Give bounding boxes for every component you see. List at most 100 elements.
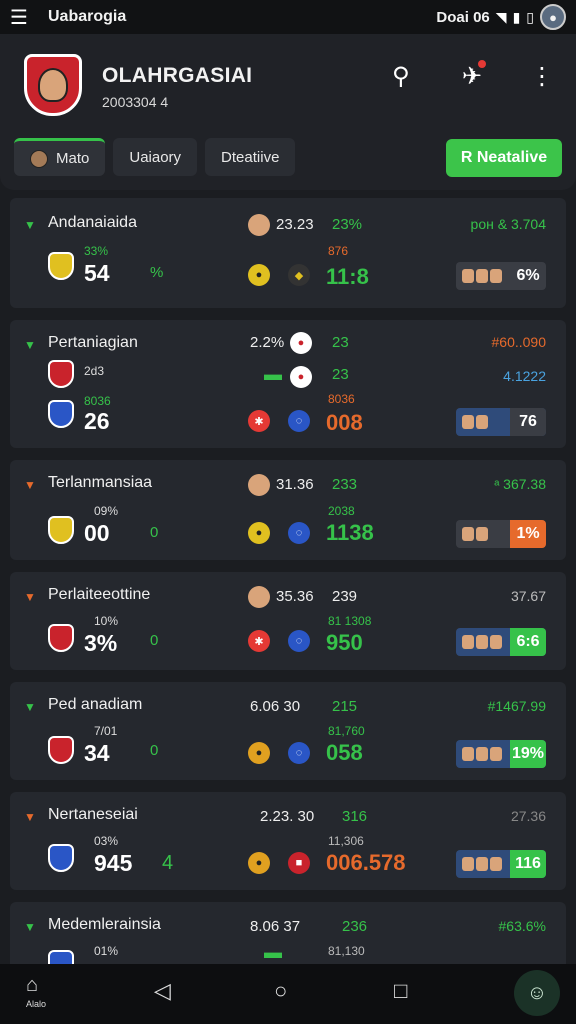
chevron-down-icon[interactable]: ▼ — [24, 810, 36, 824]
club-icon: ● — [248, 742, 270, 764]
chip-avatars — [456, 857, 510, 871]
chip-avatars — [456, 747, 510, 761]
team-crest — [48, 252, 74, 280]
avatar[interactable]: ● — [540, 4, 566, 30]
home-circle-icon[interactable]: ○ — [274, 978, 287, 1004]
team-small: 7/01 — [94, 724, 118, 738]
chevron-down-icon[interactable]: ▼ — [24, 920, 36, 934]
chip-percent: 6:6 — [510, 628, 546, 656]
match-card[interactable]: ▼ Terlanmansiaa 09% 00 0 31.36 ● ◌ 233 2… — [10, 460, 566, 560]
menu-icon[interactable]: ☰ — [10, 5, 38, 30]
signal-icon: ▮ — [512, 8, 521, 25]
stat-top: 35.36 — [276, 588, 314, 605]
match-value: 1138 — [326, 520, 374, 545]
team-ratio: 0 — [150, 524, 159, 541]
tab-uaiaory[interactable]: Uaiaory — [113, 138, 198, 176]
team-ratio: % — [150, 264, 164, 281]
match-value: 11:8 — [326, 264, 369, 289]
status-time: Doai 06 — [436, 8, 490, 26]
club-icon: ● — [248, 522, 270, 544]
team-small: 2d3 — [84, 364, 105, 378]
profile-header: OLAHRGASIAI 2003304 4 ⚲ ✈ ⋮ Mato Uaiaory… — [0, 34, 576, 190]
team-small: 10% — [94, 614, 119, 628]
club-icon: ● — [248, 264, 270, 286]
tab-label: Dteatiive — [221, 148, 280, 166]
team-ratio: 0 — [150, 742, 159, 759]
tab-bar: Mato Uaiaory Dteatiive — [14, 138, 296, 176]
stat-orange: 876 — [328, 244, 349, 258]
match-list: ▼ Andanaiaida 33% 54 % 23.23 ● ◆ 23% 876… — [10, 198, 566, 1004]
tab-label: Uaiaory — [129, 148, 182, 166]
tab-mato[interactable]: Mato — [14, 138, 106, 176]
odd-value: #63.6% — [498, 918, 546, 934]
player-icon — [248, 586, 270, 608]
chevron-down-icon[interactable]: ▼ — [24, 700, 36, 714]
odds-chip[interactable]: 1% — [456, 520, 546, 548]
match-card[interactable]: ▼ Perlaiteeottine 10% 3% 0 35.36 ✱ ◌ 239… — [10, 572, 566, 670]
status-right: Doai 06 ◥ ▮ ▯ ● — [436, 4, 566, 30]
odds-chip[interactable]: 19% — [456, 740, 546, 768]
megaphone-icon[interactable]: ✈ — [462, 60, 487, 91]
home-button[interactable]: ⌂ Alalo — [26, 974, 46, 1009]
team-ratio: 0 — [150, 632, 159, 649]
stat-top: 8.06 37 — [250, 918, 301, 935]
chip-percent: 76 — [510, 408, 546, 436]
team-name: Terlanmansiaa — [48, 474, 153, 491]
home-label: Alalo — [26, 999, 47, 1009]
tab-label: Mato — [56, 150, 90, 167]
match-card[interactable]: ▼ Andanaiaida 33% 54 % 23.23 ● ◆ 23% 876… — [10, 198, 566, 308]
back-triangle-icon[interactable]: ◁ — [154, 978, 171, 1004]
club-icon: ◌ — [288, 522, 310, 544]
stat-green: 81,760 — [328, 724, 365, 738]
app-title: Uabarogia — [48, 8, 127, 25]
tab-avatar — [30, 149, 48, 168]
chat-person-icon[interactable]: ☺ — [514, 970, 560, 1016]
match-value: 950 — [326, 630, 363, 655]
person-search-icon[interactable]: ⚲ — [392, 62, 410, 91]
chevron-down-icon[interactable]: ▼ — [24, 338, 36, 352]
stat-top: 6.06 30 — [250, 698, 301, 715]
match-card[interactable]: ▼ Pertaniagian 2d3 8036 26 2.2% ● ▬ ● ✱ … — [10, 320, 566, 448]
club-icon: ● — [290, 366, 312, 388]
team-score: 3% — [84, 630, 118, 656]
odds-chip[interactable]: 76 — [456, 408, 546, 436]
recent-square-icon[interactable]: □ — [394, 978, 407, 1004]
club-icon: ● — [248, 852, 270, 874]
chip-avatars — [456, 635, 510, 649]
odd-value: #1467.99 — [487, 698, 546, 714]
team-name: Pertaniagian — [48, 334, 138, 351]
team-small: 33% — [84, 244, 109, 258]
team-small: 01% — [94, 944, 119, 958]
odds-chip[interactable]: 6% — [456, 262, 546, 290]
stat-green: 2038 — [328, 504, 355, 518]
team-crest — [48, 400, 74, 428]
team-name: Andanaiaida — [48, 214, 137, 231]
match-card[interactable]: ▼ Nertaneseiai 03% 945 4 2.23. 30 ● ■ 31… — [10, 792, 566, 890]
chip-percent: 116 — [510, 850, 546, 878]
tab-dteatiive[interactable]: Dteatiive — [205, 138, 296, 176]
chevron-down-icon[interactable]: ▼ — [24, 590, 36, 604]
odds-chip[interactable]: 6:6 — [456, 628, 546, 656]
stat-top: 23.23 — [276, 216, 314, 233]
stat-orange: 8036 — [328, 392, 355, 406]
stat-top: 31.36 — [276, 476, 314, 493]
odd-value: #60..090 — [491, 334, 547, 350]
odds-chip[interactable]: 116 — [456, 850, 546, 878]
team-name: Medemlerainsia — [48, 916, 161, 933]
chevron-down-icon[interactable]: ▼ — [24, 478, 36, 492]
profile-name: OLAHRGASIAI — [102, 64, 253, 87]
chevron-down-icon[interactable]: ▼ — [24, 218, 36, 232]
team-crest — [48, 624, 74, 652]
match-card[interactable]: ▼ Ped anadiam 7/01 34 0 6.06 30 ● ◌ 215 … — [10, 682, 566, 780]
team-name: Ped anadiam — [48, 696, 143, 713]
profile-sub: 2003304 4 — [102, 94, 168, 110]
cta-button[interactable]: R Neatalive — [446, 139, 562, 177]
stat-green: 23 — [332, 366, 349, 383]
stat-green: 81 1308 — [328, 614, 372, 628]
stat-grey: 11,306 — [328, 834, 364, 848]
stat-green: 23 — [332, 334, 349, 351]
team-crest — [48, 516, 74, 544]
more-vertical-icon[interactable]: ⋮ — [530, 62, 554, 91]
club-icon: ● — [290, 332, 312, 354]
odd-value: 37.67 — [510, 588, 546, 604]
